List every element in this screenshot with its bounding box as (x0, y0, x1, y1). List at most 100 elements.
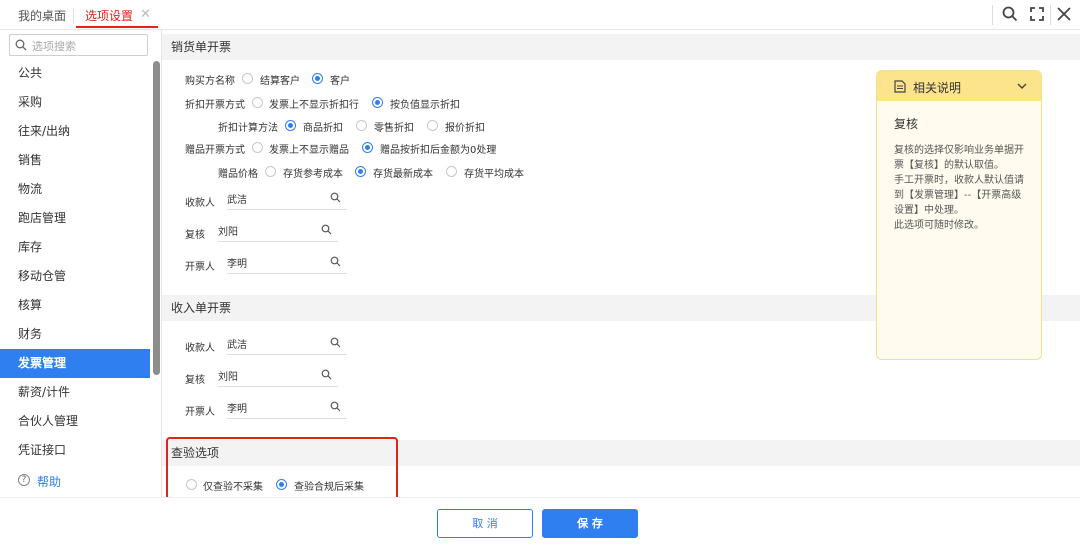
sidebar-item-inventory[interactable]: 库存 (0, 233, 150, 262)
radio-quote-discount[interactable] (427, 120, 438, 131)
search-icon[interactable] (330, 256, 341, 267)
sidebar-item-finance[interactable]: 财务 (0, 320, 150, 349)
payee-field[interactable]: 武洁 (227, 186, 347, 210)
expand-icon[interactable] (1028, 5, 1048, 25)
radio-hide-discount[interactable] (252, 97, 263, 108)
radio-customer[interactable] (312, 73, 323, 84)
gift-price-label: 赠品价格 (218, 169, 258, 180)
sidebar-item-purchase[interactable]: 采购 (0, 88, 150, 117)
sidebar-item-cashier[interactable]: 往来/出纳 (0, 117, 150, 146)
radio-avg-cost[interactable] (446, 166, 457, 177)
help-text-line: 此选项可随时修改。 (894, 220, 984, 231)
radio-label: 存货平均成本 (464, 169, 524, 180)
radio-negative-discount[interactable] (372, 97, 383, 108)
drawer-field[interactable]: 李明 (227, 250, 347, 274)
radio-label: 结算客户 (260, 76, 300, 87)
close-icon[interactable]: ✕ (140, 8, 152, 21)
cancel-button[interactable]: 取 消 (437, 509, 533, 538)
discount-calc-label: 折扣计算方法 (218, 123, 278, 134)
buyer-name-label: 购买方名称 (185, 76, 235, 87)
reviewer-label: 复核 (185, 230, 205, 241)
sidebar-item-accounting[interactable]: 核算 (0, 291, 150, 320)
question-icon: ? (18, 474, 30, 486)
top-bar: 我的桌面 选项设置 ✕ (0, 0, 1080, 30)
document-icon (894, 80, 906, 93)
divider (1050, 5, 1051, 25)
drawer-label: 开票人 (185, 262, 215, 273)
reviewer-value: 刘阳 (218, 372, 238, 383)
radio-hide-gift[interactable] (252, 142, 263, 153)
help-link[interactable]: 帮助 (37, 473, 61, 490)
sidebar-scrollbar[interactable] (153, 61, 160, 375)
help-panel-title: 相关说明 (913, 81, 962, 95)
drawer-value: 李明 (227, 404, 247, 415)
divider (992, 5, 993, 25)
radio-label: 客户 (330, 76, 350, 87)
payee-value: 武洁 (227, 340, 247, 351)
search-icon[interactable] (1001, 5, 1021, 25)
sidebar-item-logistics[interactable]: 物流 (0, 175, 150, 204)
close-icon[interactable] (1055, 5, 1075, 25)
search-icon[interactable] (321, 369, 332, 380)
search-icon[interactable] (330, 337, 341, 348)
sidebar-item-public[interactable]: 公共 (0, 59, 150, 88)
radio-label: 存货最新成本 (373, 169, 433, 180)
radio-retail-discount[interactable] (356, 120, 367, 131)
gift-mode-label: 赠品开票方式 (185, 145, 245, 156)
sidebar-item-voucher[interactable]: 凭证接口 (0, 436, 150, 465)
radio-label: 赠品按折扣后金额为0处理 (380, 145, 497, 156)
radio-label: 报价折扣 (445, 123, 485, 134)
radio-ref-cost[interactable] (265, 166, 276, 177)
radio-label: 发票上不显示折扣行 (269, 100, 359, 111)
radio-label: 存货参考成本 (283, 169, 343, 180)
sidebar-item-sales[interactable]: 销售 (0, 146, 150, 175)
help-text-line: 设置】中处理。 (894, 205, 964, 216)
help-text-line: 复核的选择仅影响业务单据开 (894, 145, 1024, 156)
radio-label: 商品折扣 (303, 123, 343, 134)
payee-label: 收款人 (185, 198, 215, 209)
help-panel: 相关说明 复核 复核的选择仅影响业务单据开 票【复核】的默认取值。 手工开票时，… (876, 70, 1042, 360)
radio-latest-cost[interactable] (355, 166, 366, 177)
help-text-line: 手工开票时，收款人默认值请 (894, 175, 1024, 186)
tab-desktop[interactable]: 我的桌面 (18, 0, 66, 30)
payee-field[interactable]: 武洁 (227, 331, 347, 355)
sidebar-item-invoice[interactable]: 发票管理 (0, 349, 150, 378)
search-input[interactable]: 选项搜索 (9, 34, 148, 56)
radio-settlement-customer[interactable] (242, 73, 253, 84)
radio-gift-zero[interactable] (362, 142, 373, 153)
sidebar-item-partner[interactable]: 合伙人管理 (0, 407, 150, 436)
search-icon[interactable] (330, 192, 341, 203)
radio-label: 按负值显示折扣 (390, 100, 460, 111)
reviewer-field[interactable]: 刘阳 (218, 218, 338, 242)
reviewer-value: 刘阳 (218, 227, 238, 238)
radio-product-discount[interactable] (285, 120, 296, 131)
save-button[interactable]: 保 存 (542, 509, 638, 538)
drawer-field[interactable]: 李明 (227, 395, 347, 419)
payee-value: 武洁 (227, 195, 247, 206)
drawer-value: 李明 (227, 259, 247, 270)
help-topic-title: 复核 (894, 117, 919, 131)
search-placeholder: 选项搜索 (32, 40, 76, 53)
reviewer-label: 复核 (185, 375, 205, 386)
radio-label: 发票上不显示赠品 (269, 145, 349, 156)
payee-label: 收款人 (185, 343, 215, 354)
discount-mode-label: 折扣开票方式 (185, 100, 245, 111)
sidebar-item-store-visit[interactable]: 跑店管理 (0, 204, 150, 233)
help-text-line: 票【复核】的默认取值。 (894, 160, 1004, 171)
tab-active-underline (76, 26, 158, 28)
footer: 取 消 保 存 (0, 497, 1080, 547)
reviewer-field[interactable]: 刘阳 (218, 363, 338, 387)
radio-label: 零售折扣 (374, 123, 414, 134)
search-icon (15, 39, 27, 51)
help-text-line: 到【发票管理】--【开票高级 (894, 190, 1022, 201)
drawer-label: 开票人 (185, 407, 215, 418)
sidebar-item-mobile-warehouse[interactable]: 移动仓管 (0, 262, 150, 291)
tab-divider (73, 9, 74, 23)
section-title-sales-invoice: 销货单开票 (162, 34, 1080, 60)
help-panel-header[interactable]: 相关说明 (877, 71, 1041, 101)
search-icon[interactable] (321, 224, 332, 235)
search-icon[interactable] (330, 401, 341, 412)
sidebar: 选项搜索 公共 采购 往来/出纳 销售 物流 跑店管理 库存 移动仓管 核算 财… (0, 30, 162, 497)
chevron-down-icon[interactable] (1016, 81, 1028, 91)
sidebar-item-payroll[interactable]: 薪资/计件 (0, 378, 150, 407)
